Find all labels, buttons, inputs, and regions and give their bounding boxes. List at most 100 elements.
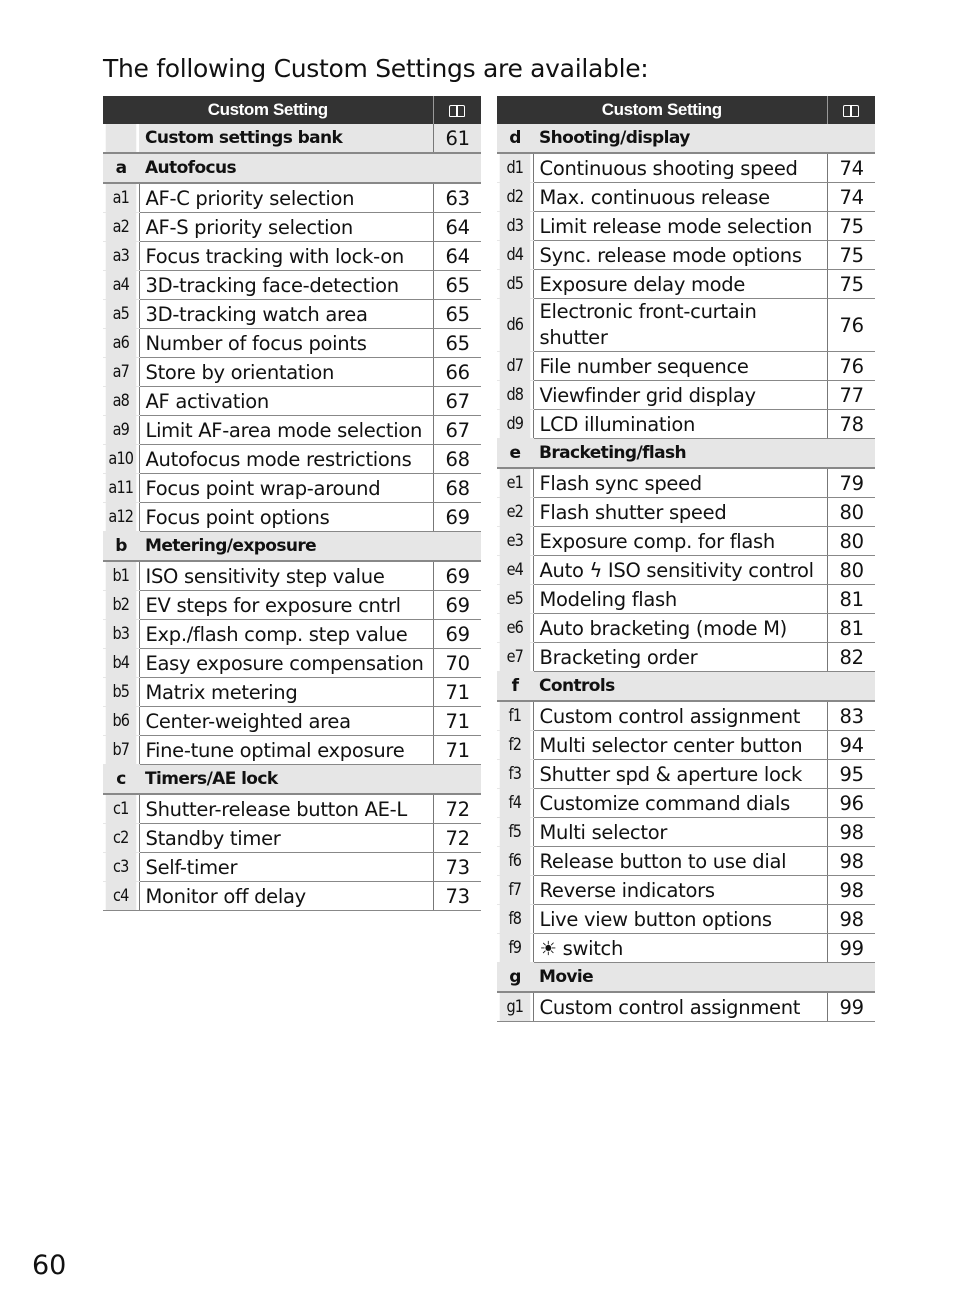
page-ref: 98 [826, 875, 876, 905]
group-header-row: a Autofocus [103, 153, 482, 184]
page-ref: 74 [826, 153, 876, 183]
page-ref: 71 [432, 677, 482, 707]
setting-code: d6 [499, 298, 531, 352]
setting-code: a4 [105, 270, 137, 300]
page-ref: 69 [432, 590, 482, 620]
group-code: g [497, 962, 533, 993]
table-row: g1 Custom control assignment 99 [497, 992, 876, 1022]
page-ref: 67 [432, 386, 482, 416]
setting-name: Bracketing order [532, 642, 828, 672]
table-row: b5 Matrix metering 71 [103, 677, 482, 707]
setting-name: Limit release mode selection [532, 211, 828, 241]
table-row: e5 Modeling flash 81 [497, 584, 876, 614]
setting-name: ISO sensitivity step value [138, 561, 434, 591]
group-code: f [497, 671, 533, 702]
page-ref: 64 [432, 212, 482, 242]
setting-name: Autofocus mode restrictions [138, 444, 434, 474]
table-row: f5 Multi selector 98 [497, 817, 876, 847]
setting-code: b7 [105, 735, 137, 765]
setting-name: Easy exposure compensation [138, 648, 434, 678]
table-row: f9 ☀ switch 99 [497, 933, 876, 963]
book-icon [449, 105, 466, 118]
group-code: c [103, 764, 139, 795]
page-ref: 74 [826, 182, 876, 212]
table-row: a9 Limit AF-area mode selection 67 [103, 415, 482, 445]
page-ref: 75 [826, 269, 876, 299]
table-row: f3 Shutter spd & aperture lock 95 [497, 759, 876, 789]
page-ref: 81 [826, 613, 876, 643]
table-row: d7 File number sequence 76 [497, 351, 876, 381]
page-ref: 80 [826, 555, 876, 585]
setting-name: Focus point wrap-around [138, 473, 434, 503]
table-row: a1 AF-C priority selection 63 [103, 183, 482, 213]
setting-code: f5 [499, 817, 531, 847]
setting-code: a7 [105, 357, 137, 387]
page-ref: 63 [432, 183, 482, 213]
table-row: e6 Auto bracketing (mode M) 81 [497, 613, 876, 643]
table-row: c3 Self-timer 73 [103, 852, 482, 882]
setting-code: b5 [105, 677, 137, 707]
setting-code: d3 [499, 211, 531, 241]
table-row: a3 Focus tracking with lock-on 64 [103, 241, 482, 271]
group-header-row: d Shooting/display [497, 124, 876, 154]
table-header: Custom Setting [497, 96, 876, 124]
page-ref: 80 [826, 497, 876, 527]
page-ref: 68 [432, 444, 482, 474]
table-row: a2 AF-S priority selection 64 [103, 212, 482, 242]
setting-code: b6 [105, 706, 137, 736]
page-ref: 76 [826, 351, 876, 381]
page-ref: 69 [432, 619, 482, 649]
book-icon [843, 105, 860, 118]
table-row: b7 Fine-tune optimal exposure 71 [103, 735, 482, 765]
setting-name: Focus tracking with lock-on [138, 241, 434, 271]
group-header-row: b Metering/exposure [103, 531, 482, 562]
setting-name: Exposure comp. for flash [532, 526, 828, 556]
page-ref: 96 [826, 788, 876, 818]
page-ref: 61 [432, 124, 482, 154]
setting-code: e7 [499, 642, 531, 672]
setting-code: c4 [105, 881, 137, 911]
setting-name: Reverse indicators [532, 875, 828, 905]
page-ref: 98 [826, 904, 876, 934]
setting-name: Viewfinder grid display [532, 380, 828, 410]
page-ref: 71 [432, 706, 482, 736]
setting-code: f8 [499, 904, 531, 934]
setting-name: Center-weighted area [138, 706, 434, 736]
table-row: b4 Easy exposure compensation 70 [103, 648, 482, 678]
group-code: a [103, 153, 139, 184]
header-custom-setting: Custom Setting [103, 96, 434, 124]
table-row: e2 Flash shutter speed 80 [497, 497, 876, 527]
setting-code: e5 [499, 584, 531, 614]
table-row: c2 Standby timer 72 [103, 823, 482, 853]
page-ref: 71 [432, 735, 482, 765]
table-row: e3 Exposure comp. for flash 80 [497, 526, 876, 556]
setting-name: Release button to use dial [532, 846, 828, 876]
setting-name: Auto ϟ ISO sensitivity control [532, 555, 828, 585]
group-code: e [497, 438, 533, 469]
setting-code: a6 [105, 328, 137, 358]
page-ref: 76 [826, 298, 876, 352]
setting-code: a12 [105, 502, 137, 532]
setting-name: File number sequence [532, 351, 828, 381]
setting-code: c1 [105, 794, 137, 824]
table-row: d3 Limit release mode selection 75 [497, 211, 876, 241]
setting-code: f3 [499, 759, 531, 789]
page-ref: 82 [826, 642, 876, 672]
setting-code: d5 [499, 269, 531, 299]
setting-name: Electronic front-curtain shutter [532, 298, 828, 352]
setting-name: Focus point options [138, 502, 434, 532]
page-ref: 79 [826, 468, 876, 498]
setting-name: Monitor off delay [138, 881, 434, 911]
setting-code: f1 [499, 701, 531, 731]
setting-name: Auto bracketing (mode M) [532, 613, 828, 643]
page-ref: 70 [432, 648, 482, 678]
setting-code: c2 [105, 823, 137, 853]
setting-name: Store by orientation [138, 357, 434, 387]
header-page-ref [432, 96, 482, 124]
setting-code [105, 124, 137, 154]
setting-code: a8 [105, 386, 137, 416]
table-row: b2 EV steps for exposure cntrl 69 [103, 590, 482, 620]
page-ref: 99 [826, 933, 876, 963]
group-code: b [103, 531, 139, 562]
table-row: d4 Sync. release mode options 75 [497, 240, 876, 270]
